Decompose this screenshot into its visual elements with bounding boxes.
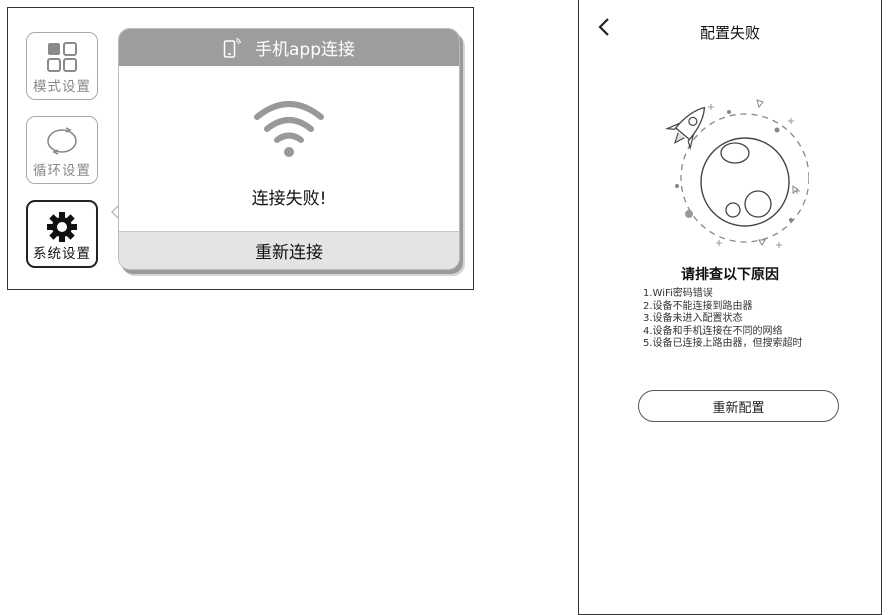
list-item: 4.设备和手机连接在不同的网络 — [643, 325, 783, 337]
phone-app-screen: 配置失败 请排查以下原因 1.WiFi密码错误 2.设备不能连接到路由器 3.设… — [578, 0, 882, 615]
list-item: 2.设备不能连接到路由器 — [643, 300, 753, 312]
sidebar-item-cycle-settings[interactable]: 循环设置 — [26, 116, 98, 184]
reconfigure-label: 重新配置 — [712, 400, 765, 416]
reasons-list: 1.WiFi密码错误 2.设备不能连接到路由器 3.设备未进入配置状态 4.设备… — [643, 288, 803, 351]
dialog-header: 手机app连接 — [119, 29, 459, 66]
reasons-heading: 请排查以下原因 — [681, 267, 779, 283]
sidebar-item-label: 模式设置 — [33, 79, 91, 95]
cycle-icon — [47, 127, 77, 155]
dialog-title: 手机app连接 — [255, 40, 355, 60]
sidebar-item-label: 系统设置 — [33, 246, 91, 262]
connection-status-message: 连接失败! — [251, 189, 327, 209]
list-item: 3.设备未进入配置状态 — [643, 313, 743, 325]
reconnect-label: 重新连接 — [255, 243, 323, 263]
sidebar-item-system-settings[interactable]: 系统设置 — [26, 200, 98, 268]
connection-dialog: 手机app连接 连接失败! 重新连接 — [118, 28, 460, 270]
rocket-planet-illustration — [664, 99, 809, 248]
grid-icon — [47, 42, 77, 72]
device-screen: 模式设置 循环设置 系统设置 手机app连接 连接失败! 重新连接 — [7, 7, 474, 290]
list-item: 5.设备已连接上路由器，但搜索超时 — [643, 338, 803, 350]
list-item: 1.WiFi密码错误 — [643, 288, 713, 299]
phone-icon — [223, 37, 241, 58]
gear-icon — [47, 212, 77, 242]
reconnect-button[interactable]: 重新连接 — [119, 231, 459, 269]
wifi-icon — [254, 101, 324, 157]
sidebar-item-mode-settings[interactable]: 模式设置 — [26, 32, 98, 100]
page-title: 配置失败 — [699, 24, 760, 42]
reconfigure-button[interactable]: 重新配置 — [638, 390, 839, 422]
sidebar-item-label: 循环设置 — [33, 163, 91, 179]
